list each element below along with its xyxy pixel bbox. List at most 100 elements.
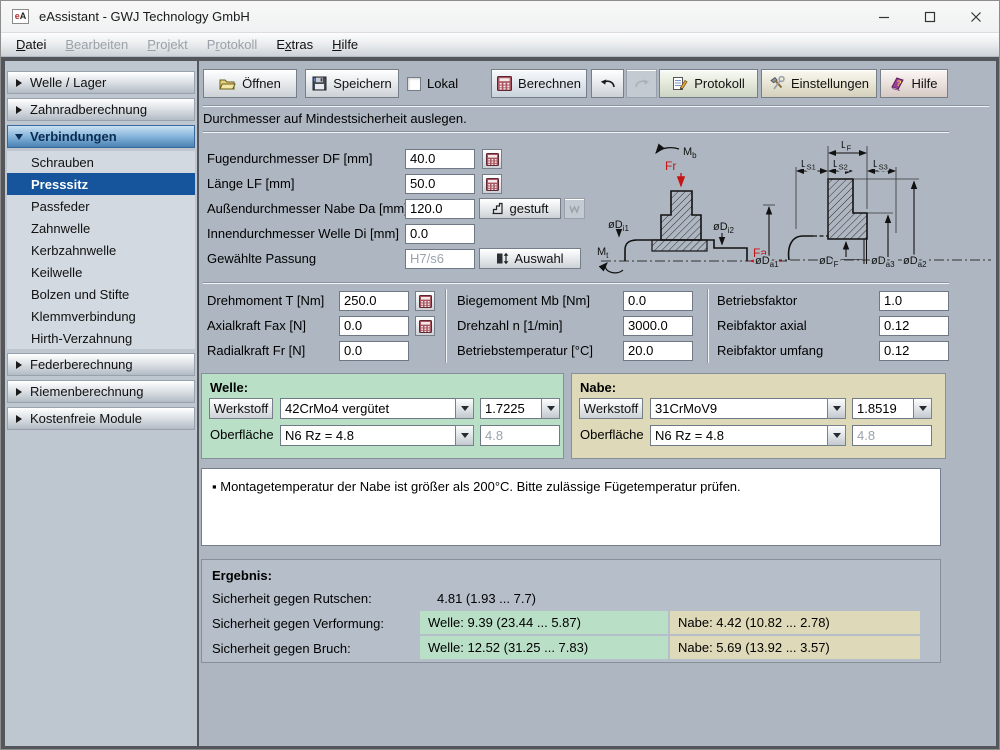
da1-dim-label: øDa1: [755, 255, 779, 269]
nabe-material-box: Nabe: Werkstoff 31CrMoV9 1.8519 Oberfläc…: [571, 373, 946, 459]
sidebar-item-kostenfreie-module[interactable]: Kostenfreie Module: [7, 407, 195, 430]
innendurchmesser-input[interactable]: 0.0: [405, 224, 475, 244]
axialkraft-input[interactable]: 0.0: [339, 316, 409, 336]
verformung-welle-value: Welle: 9.39 (23.44 ... 5.87): [420, 611, 668, 634]
biegemoment-label: Biegemoment Mb [Nm]: [457, 291, 590, 311]
lokal-checkbox[interactable]: [407, 77, 421, 91]
svg-text:?: ?: [896, 79, 903, 89]
main-frame: Welle / Lager Zahnradberechnung Verbindu…: [1, 57, 1000, 750]
betriebstemperatur-input[interactable]: 20.0: [623, 341, 693, 361]
dropdown-button[interactable]: [541, 398, 560, 419]
menu-extras[interactable]: Extras: [269, 35, 320, 54]
fugendurchmesser-input[interactable]: 40.0: [405, 149, 475, 169]
reibfaktor-umfang-input[interactable]: 0.12: [879, 341, 949, 361]
welle-oberflaeche-combo[interactable]: N6 Rz = 4.8: [280, 425, 474, 446]
close-button[interactable]: [953, 1, 999, 33]
undo-button[interactable]: [591, 69, 624, 98]
da2-dim-label: øDa2: [903, 255, 927, 269]
reibfaktor-axial-input[interactable]: 0.12: [879, 316, 949, 336]
df-dim-label: øDF: [819, 255, 839, 269]
fugendurchmesser-label: Fugendurchmesser DF [mm]: [207, 149, 372, 169]
da3-dim-label: øDa3: [871, 255, 895, 269]
calculator-icon: [419, 295, 432, 308]
biegemoment-input[interactable]: 0.0: [623, 291, 693, 311]
welle-rz-input: 4.8: [480, 425, 560, 446]
redo-icon: [633, 77, 651, 90]
welle-werkstoff-button[interactable]: Werkstoff: [209, 398, 273, 419]
sidebar-item-hirth-verzahnung[interactable]: Hirth-Verzahnung: [7, 327, 195, 349]
dropdown-button[interactable]: [827, 425, 846, 446]
welle-oberflaeche-label: Oberfläche: [210, 425, 274, 445]
nabe-material-combo[interactable]: 31CrMoV9: [650, 398, 846, 419]
rutschen-label: Sicherheit gegen Rutschen:: [212, 589, 372, 609]
sidebar-item-schrauben[interactable]: Schrauben: [7, 151, 195, 173]
sidebar-item-bolzen-und-stifte[interactable]: Bolzen und Stifte: [7, 283, 195, 305]
sidebar-item-zahnwelle[interactable]: Zahnwelle: [7, 217, 195, 239]
chevron-down-icon: [833, 433, 841, 438]
undo-icon: [599, 77, 617, 90]
save-button[interactable]: Speichern: [305, 69, 399, 98]
nabe-werkstoff-button[interactable]: Werkstoff: [579, 398, 643, 419]
maximize-icon: [924, 11, 936, 23]
menu-hilfe[interactable]: Hilfe: [325, 35, 365, 54]
sidebar-item-keilwelle[interactable]: Keilwelle: [7, 261, 195, 283]
maximize-button[interactable]: [907, 1, 953, 33]
message-box: ▪ Montagetemperatur der Nabe ist größer …: [201, 468, 941, 546]
sidebar-item-verbindungen[interactable]: Verbindungen: [7, 125, 195, 148]
sidebar-item-kerbzahnwelle[interactable]: Kerbzahnwelle: [7, 239, 195, 261]
sidebar-item-zahnradberechnung[interactable]: Zahnradberechnung: [7, 98, 195, 121]
di2-label: øDi2: [713, 221, 734, 235]
pressfit-dimension-diagram: LF LS1 LS2 LS3 øDa1 øDF øDa3 øDa2: [751, 133, 996, 273]
gestuft-button[interactable]: gestuft: [479, 198, 561, 219]
calculator-icon: [486, 153, 499, 166]
aussendurchmesser-input[interactable]: 120.0: [405, 199, 475, 219]
help-button[interactable]: ? Hilfe: [880, 69, 948, 98]
nabe-oberflaeche-combo[interactable]: N6 Rz = 4.8: [650, 425, 846, 446]
ls3-dim-label: LS3: [873, 159, 888, 172]
auswahl-button[interactable]: Auswahl: [479, 248, 581, 269]
drehmoment-input[interactable]: 250.0: [339, 291, 409, 311]
settings-button[interactable]: Einstellungen: [761, 69, 877, 98]
nabe-material-number-combo[interactable]: 1.8519: [852, 398, 932, 419]
radialkraft-input[interactable]: 0.0: [339, 341, 409, 361]
laenge-input[interactable]: 50.0: [405, 174, 475, 194]
menu-datei[interactable]: Datei: [9, 35, 53, 54]
collapsed-arrow-icon: [16, 361, 22, 369]
bruch-label: Sicherheit gegen Bruch:: [212, 637, 351, 660]
message-bullet: ▪: [212, 479, 217, 494]
title-bar: eA eAssistant - GWJ Technology GmbH: [1, 1, 999, 33]
drehzahl-input[interactable]: 3000.0: [623, 316, 693, 336]
dropdown-button[interactable]: [455, 398, 474, 419]
sidebar-item-presssitz[interactable]: Presssitz: [7, 173, 195, 195]
sidebar-item-klemmverbindung[interactable]: Klemmverbindung: [7, 305, 195, 327]
innendurchmesser-label: Innendurchmesser Welle Di [mm]: [207, 224, 399, 244]
sidebar-item-label: Zahnradberechnung: [30, 102, 147, 117]
fr-label: Fr: [665, 159, 676, 173]
sidebar-item-federberechnung[interactable]: Federberechnung: [7, 353, 195, 376]
minimize-icon: [878, 11, 890, 23]
open-button[interactable]: Öffnen: [203, 69, 297, 98]
betriebsfaktor-input[interactable]: 1.0: [879, 291, 949, 311]
dropdown-button[interactable]: [913, 398, 932, 419]
sidebar: Welle / Lager Zahnradberechnung Verbindu…: [5, 61, 197, 746]
welle-material-number-combo[interactable]: 1.7225: [480, 398, 560, 419]
fax-calc-button[interactable]: [415, 316, 435, 336]
content-panel: Öffnen Speichern Lokal Berechnen: [199, 61, 996, 746]
app-window: eA eAssistant - GWJ Technology GmbH Date…: [0, 0, 1000, 750]
sidebar-item-riemenberechnung[interactable]: Riemenberechnung: [7, 380, 195, 403]
df-calc-button[interactable]: [482, 149, 502, 169]
sidebar-item-passfeder[interactable]: Passfeder: [7, 195, 195, 217]
welle-material-box: Welle: Werkstoff 42CrMo4 vergütet 1.7225…: [201, 373, 564, 459]
minimize-button[interactable]: [861, 1, 907, 33]
calculate-button[interactable]: Berechnen: [491, 69, 587, 98]
result-title: Ergebnis:: [212, 566, 272, 586]
lf-calc-button[interactable]: [482, 174, 502, 194]
welle-material-combo[interactable]: 42CrMo4 vergütet: [280, 398, 474, 419]
dropdown-button[interactable]: [827, 398, 846, 419]
t-calc-button[interactable]: [415, 291, 435, 311]
protokoll-button[interactable]: Protokoll: [659, 69, 758, 98]
dropdown-button[interactable]: [455, 425, 474, 446]
sidebar-item-welle-lager[interactable]: Welle / Lager: [7, 71, 195, 94]
welle-title: Welle:: [210, 378, 248, 398]
da-graph-button: [564, 198, 585, 219]
